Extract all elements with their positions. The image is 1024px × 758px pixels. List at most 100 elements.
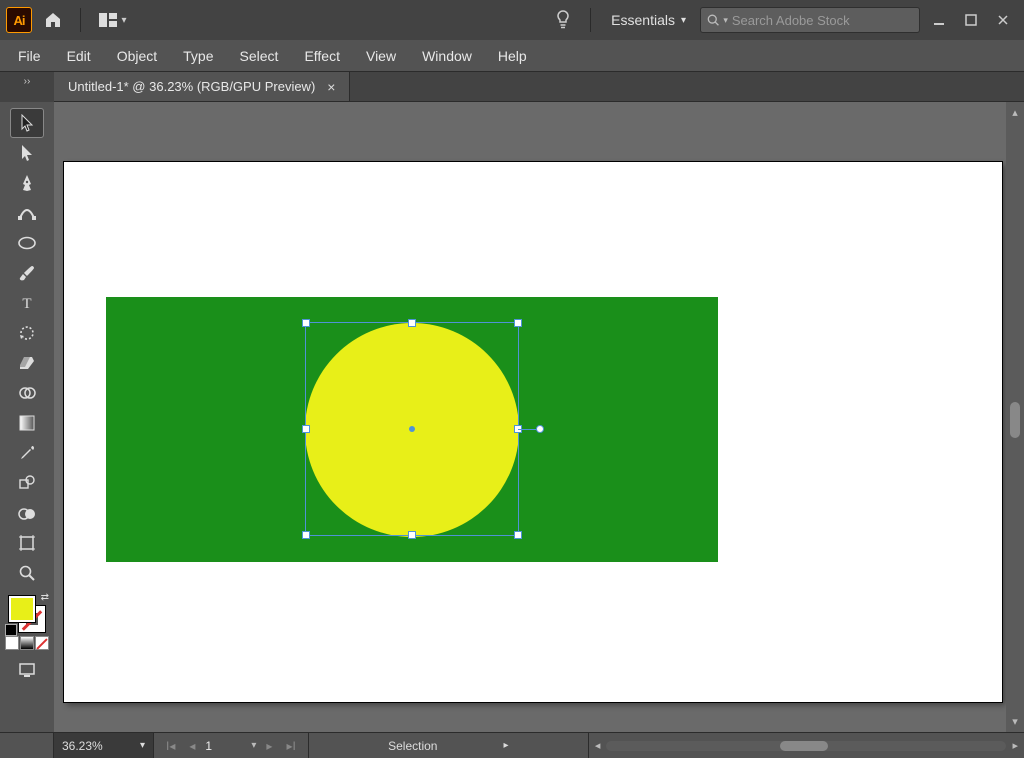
close-button[interactable]	[988, 8, 1018, 32]
type-icon: T	[19, 295, 35, 311]
chevron-down-icon: ▾	[121, 15, 126, 26]
prev-artboard-button[interactable]: ◂	[185, 739, 199, 753]
artboard[interactable]	[64, 162, 1002, 702]
selection-bounding-box[interactable]	[305, 322, 519, 536]
next-artboard-button[interactable]: ▸	[262, 739, 276, 753]
search-icon	[707, 13, 719, 27]
resize-handle-ne[interactable]	[514, 319, 522, 327]
resize-handle-n[interactable]	[408, 319, 416, 327]
separator	[590, 8, 591, 32]
chevron-down-icon[interactable]: ▾	[251, 740, 256, 751]
artboard-navigation: I◂ ◂ 1 ▾ ▸ ▸I	[154, 733, 309, 758]
vertical-scrollbar[interactable]: ▴ ▾	[1006, 102, 1024, 732]
lightbulb-icon	[555, 9, 571, 31]
app-logo: Ai	[6, 7, 32, 33]
first-artboard-button[interactable]: I◂	[162, 739, 179, 753]
panel-expand-button[interactable]: ››	[0, 72, 54, 102]
maximize-button[interactable]	[956, 8, 986, 32]
menu-window[interactable]: Window	[410, 44, 484, 68]
color-mode-solid[interactable]	[5, 636, 19, 650]
workspace-switcher[interactable]: Essentials ▾	[601, 8, 696, 32]
tools-panel: T ⇄	[0, 102, 54, 732]
menu-object[interactable]: Object	[105, 44, 169, 68]
selection-icon	[19, 114, 35, 132]
paintbrush-tool[interactable]	[11, 259, 43, 287]
curvature-tool[interactable]	[11, 199, 43, 227]
fill-swatch[interactable]	[9, 596, 35, 622]
canvas-viewport[interactable]: ▴ ▾	[54, 102, 1024, 732]
stock-search-input[interactable]	[732, 13, 913, 28]
gradient-tool[interactable]	[11, 409, 43, 437]
resize-handle-se[interactable]	[514, 531, 522, 539]
workspace-label: Essentials	[611, 12, 675, 28]
default-fill-stroke-icon[interactable]	[5, 624, 17, 636]
color-mode-gradient[interactable]	[20, 636, 34, 650]
scroll-down-arrow[interactable]: ▾	[1012, 715, 1018, 728]
pen-tool[interactable]	[11, 169, 43, 197]
close-icon	[997, 14, 1009, 26]
ellipse-tool[interactable]	[11, 229, 43, 257]
resize-handle-nw[interactable]	[302, 319, 310, 327]
shaper-icon	[18, 504, 36, 522]
artboard-number[interactable]: 1	[205, 739, 245, 753]
rotate-tool[interactable]	[11, 319, 43, 347]
menu-help[interactable]: Help	[486, 44, 539, 68]
type-tool[interactable]: T	[11, 289, 43, 317]
tab-close-button[interactable]: ×	[327, 79, 335, 95]
work-area: T ⇄	[0, 102, 1024, 732]
eraser-tool[interactable]	[11, 349, 43, 377]
artboard-tool[interactable]	[11, 529, 43, 557]
selection-center-point[interactable]	[409, 426, 415, 432]
direct-selection-tool[interactable]	[11, 139, 43, 167]
learn-button[interactable]	[546, 3, 580, 37]
column-graph-tool[interactable]	[11, 499, 43, 527]
eyedropper-tool[interactable]	[11, 439, 43, 467]
home-button[interactable]	[36, 3, 70, 37]
menu-effect[interactable]: Effect	[292, 44, 352, 68]
scroll-left-arrow[interactable]: ◂	[595, 739, 601, 752]
document-tab[interactable]: Untitled-1* @ 36.23% (RGB/GPU Preview) ×	[54, 72, 350, 101]
zoom-value: 36.23%	[62, 739, 103, 753]
fill-stroke-control[interactable]: ⇄	[7, 594, 47, 634]
zoom-tool[interactable]	[11, 559, 43, 587]
swap-fill-stroke-icon[interactable]: ⇄	[41, 592, 49, 603]
document-tab-title: Untitled-1* @ 36.23% (RGB/GPU Preview)	[68, 79, 315, 94]
rotate-handle[interactable]	[536, 425, 544, 433]
pen-icon	[19, 174, 35, 192]
scroll-right-arrow[interactable]: ▸	[1012, 739, 1018, 752]
minimize-icon	[933, 14, 945, 26]
minimize-button[interactable]	[924, 8, 954, 32]
screen-mode-button[interactable]	[11, 656, 43, 684]
arrange-documents-button[interactable]: ▾	[91, 3, 135, 37]
zoom-level-dropdown[interactable]: 36.23% ▾	[54, 733, 154, 758]
menu-type[interactable]: Type	[171, 44, 225, 68]
screen-mode-icon	[19, 663, 35, 677]
last-artboard-button[interactable]: ▸I	[282, 739, 299, 753]
resize-handle-sw[interactable]	[302, 531, 310, 539]
horizontal-scroll-track[interactable]	[606, 741, 1006, 751]
menu-file[interactable]: File	[6, 44, 53, 68]
chevron-down-icon: ▾	[140, 740, 145, 751]
color-mode-none[interactable]	[35, 636, 49, 650]
free-transform-tool[interactable]	[11, 379, 43, 407]
vertical-scroll-thumb[interactable]	[1010, 402, 1020, 438]
menu-edit[interactable]: Edit	[55, 44, 103, 68]
horizontal-scrollbar[interactable]: ◂ ▸	[589, 739, 1024, 752]
chevron-down-icon: ▾	[681, 15, 686, 26]
current-tool-label[interactable]: Selection ▸	[309, 733, 589, 758]
artboard-icon	[19, 535, 35, 551]
gradient-icon	[19, 415, 35, 431]
shape-builder-icon	[18, 384, 36, 402]
document-tab-strip: Untitled-1* @ 36.23% (RGB/GPU Preview) ×	[0, 72, 1024, 102]
tool-name: Selection	[388, 739, 437, 753]
stock-search[interactable]: ▾	[700, 7, 920, 33]
resize-handle-s[interactable]	[408, 531, 416, 539]
horizontal-scroll-thumb[interactable]	[780, 741, 828, 751]
chevron-down-icon: ▾	[723, 15, 728, 26]
menu-view[interactable]: View	[354, 44, 408, 68]
menu-select[interactable]: Select	[228, 44, 291, 68]
resize-handle-w[interactable]	[302, 425, 310, 433]
symbol-sprayer-tool[interactable]	[11, 469, 43, 497]
selection-tool[interactable]	[11, 109, 43, 137]
scroll-up-arrow[interactable]: ▴	[1012, 106, 1018, 119]
